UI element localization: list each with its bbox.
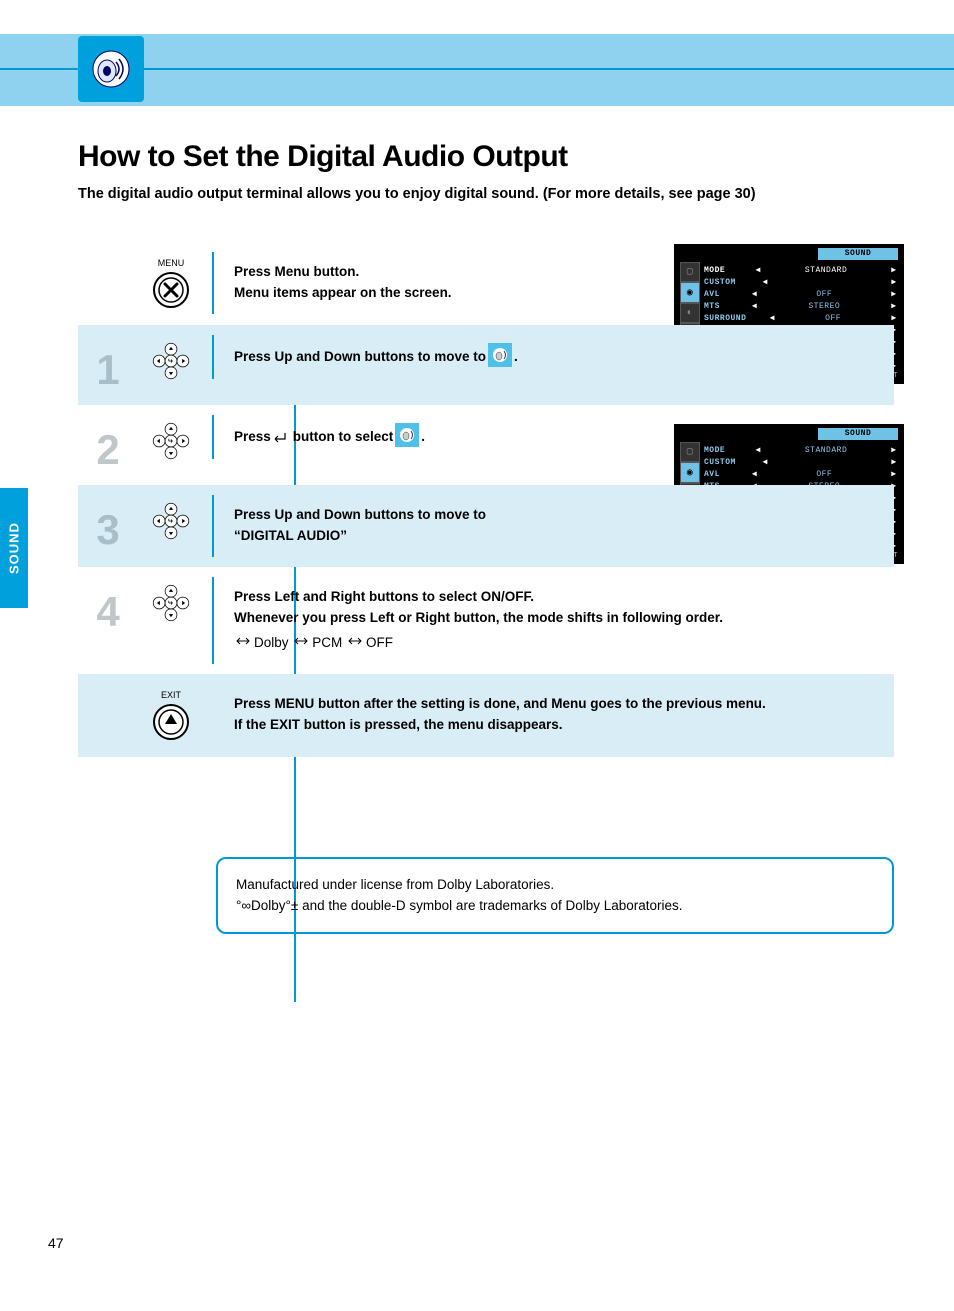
step-text: Press xyxy=(234,427,271,448)
step-text: Press Up and Down buttons to move to xyxy=(234,505,562,526)
step-exit: EXIT Press MENU button after the setting… xyxy=(78,674,894,757)
step-number-blank xyxy=(78,252,138,266)
step-1: 1 Press Up and Down buttons to move to xyxy=(78,325,894,405)
menu-button-label: MENU xyxy=(151,258,191,268)
page-number: 47 xyxy=(48,1235,64,1251)
section-icon-speaker xyxy=(78,36,144,102)
step-text: button to select xyxy=(293,427,394,448)
cycle-arrow-icon xyxy=(348,635,364,647)
dpad-icon xyxy=(151,501,191,541)
side-tab: SOUND xyxy=(0,488,28,608)
step-text: . xyxy=(514,347,518,368)
step-4: 4 Press Left and Right buttons to select… xyxy=(78,567,894,674)
note-text: °∞Dolby°± and the double-D symbol are tr… xyxy=(236,896,874,917)
dolby-note: Manufactured under license from Dolby La… xyxy=(216,857,894,935)
step-text: Press MENU button after the setting is d… xyxy=(234,694,884,715)
dpad-icon xyxy=(151,583,191,623)
speaker-icon xyxy=(87,45,135,93)
seq-item: OFF xyxy=(366,635,393,650)
steps-container: SOUND ▢◉◐◑▦ MODE◀STANDARD▶ CUSTOM◀▶ AVL◀… xyxy=(78,242,894,757)
step-text: Press Up and Down buttons to move to xyxy=(234,347,486,368)
sound-menu-icon xyxy=(395,423,419,447)
dpad-icon xyxy=(151,341,191,381)
step-menu: MENU Press Menu button. Menu items appea… xyxy=(78,242,894,325)
step-text: If the EXIT button is pressed, the menu … xyxy=(234,715,884,736)
exit-button-label: EXIT xyxy=(151,690,191,700)
dpad-icon xyxy=(151,421,191,461)
step-number: 2 xyxy=(78,415,138,471)
cycle-arrow-icon xyxy=(236,635,252,647)
step-2: 2 Press button to select xyxy=(78,405,894,485)
step-number-blank xyxy=(78,684,138,698)
note-text: Manufactured under license from Dolby La… xyxy=(236,875,874,896)
step-3: 3 Press Up and Down buttons to move to “… xyxy=(78,485,894,567)
enter-button-icon xyxy=(273,431,291,443)
seq-item: PCM xyxy=(312,635,342,650)
step-number: 4 xyxy=(78,577,138,633)
page-title: How to Set the Digital Audio Output xyxy=(78,140,894,174)
step-number: 3 xyxy=(78,495,138,551)
step-text: Press Menu button. xyxy=(234,262,562,283)
cycle-arrow-icon xyxy=(294,635,310,647)
seq-item: Dolby xyxy=(254,635,289,650)
exit-button-icon xyxy=(151,702,191,742)
page-subtitle: The digital audio output terminal allows… xyxy=(78,186,894,202)
step-text: Whenever you press Left or Right button,… xyxy=(234,608,884,629)
step-text: . xyxy=(421,427,425,448)
step-number: 1 xyxy=(78,335,138,391)
step-text: “DIGITAL AUDIO” xyxy=(234,526,562,547)
step-text: Menu items appear on the screen. xyxy=(234,283,562,304)
step-text: Press Left and Right buttons to select O… xyxy=(234,587,884,608)
sound-menu-icon xyxy=(488,343,512,367)
menu-button-icon xyxy=(151,270,191,310)
